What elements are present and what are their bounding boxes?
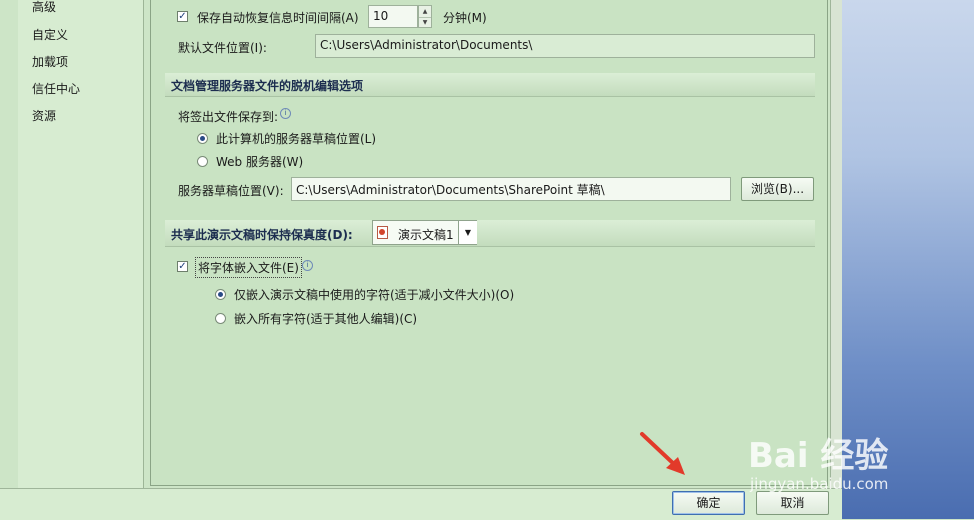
autosave-unit-label: 分钟(M) — [443, 11, 487, 25]
embed-fonts-checkbox[interactable]: ✓ — [177, 261, 188, 272]
sidebar-item-advanced[interactable]: 高级 — [32, 0, 56, 15]
ppt-file-icon — [377, 226, 388, 239]
radio-embed-all-chars-label: 嵌入所有字符(适于其他人编辑)(C) — [234, 312, 418, 326]
radio-local-drafts[interactable] — [197, 133, 208, 144]
drafts-location-input[interactable]: C:\Users\Administrator\Documents\SharePo… — [291, 177, 731, 201]
autosave-minutes-input[interactable]: 10 — [368, 5, 418, 28]
browse-button[interactable]: 浏览(B)... — [741, 177, 814, 201]
drafts-location-label: 服务器草稿位置(V): — [178, 184, 284, 198]
check-icon: ✓ — [178, 10, 187, 22]
sidebar-item-trust-center[interactable]: 信任中心 — [32, 80, 80, 97]
radio-web-server[interactable] — [197, 156, 208, 167]
spin-down-icon[interactable]: ▼ — [419, 18, 431, 28]
check-icon: ✓ — [178, 260, 187, 272]
embed-fonts-label: 将字体嵌入文件(E) — [195, 257, 302, 278]
sidebar-item-addins[interactable]: 加载项 — [32, 53, 68, 70]
offline-section-heading: 文档管理服务器文件的脱机编辑选项 — [165, 73, 815, 97]
radio-selected-dot — [218, 292, 223, 297]
radio-selected-dot — [200, 136, 205, 141]
save-checkout-label: 将签出文件保存到: i — [178, 108, 292, 125]
dropdown-arrow-icon[interactable]: ▼ — [458, 221, 477, 244]
watermark-logo: Bai 经验 — [748, 436, 889, 476]
watermark-url: jingyan.baidu.com — [750, 475, 889, 493]
info-icon: i — [302, 260, 313, 271]
radio-embed-all-chars[interactable] — [215, 313, 226, 324]
options-sidebar: 高级 自定义 加载项 信任中心 资源 — [18, 0, 144, 488]
info-icon: i — [280, 108, 292, 119]
cancel-button[interactable]: 取消 — [756, 491, 829, 515]
radio-embed-used-chars-label: 仅嵌入演示文稿中使用的字符(适于减小文件大小)(O) — [234, 288, 515, 302]
radio-embed-used-chars[interactable] — [215, 289, 226, 300]
spin-up-icon[interactable]: ▲ — [419, 6, 431, 18]
radio-web-server-label: Web 服务器(W) — [216, 155, 304, 169]
radio-local-drafts-label: 此计算机的服务器草稿位置(L) — [216, 132, 377, 146]
autosave-label: 保存自动恢复信息时间间隔(A) — [197, 11, 359, 25]
fidelity-section-heading: 共享此演示文稿时保持保真度(D): — [165, 220, 815, 247]
autosave-checkbox[interactable]: ✓ — [177, 11, 188, 22]
minutes-spinner[interactable]: ▲ ▼ — [418, 5, 432, 28]
default-location-input[interactable]: C:\Users\Administrator\Documents\ — [315, 34, 815, 58]
sidebar-item-resources[interactable]: 资源 — [32, 107, 56, 124]
presentation-select[interactable]: 演示文稿1 ▼ — [372, 220, 477, 245]
sidebar-item-customize[interactable]: 自定义 — [32, 26, 68, 43]
presentation-select-value: 演示文稿1 — [398, 228, 454, 242]
ok-button[interactable]: 确定 — [672, 491, 745, 515]
save-checkout-text: 将签出文件保存到: — [178, 110, 279, 124]
default-location-label: 默认文件位置(I): — [178, 41, 267, 55]
red-arrow-annotation — [640, 432, 685, 475]
fidelity-heading-text: 共享此演示文稿时保持保真度(D): — [171, 228, 353, 242]
